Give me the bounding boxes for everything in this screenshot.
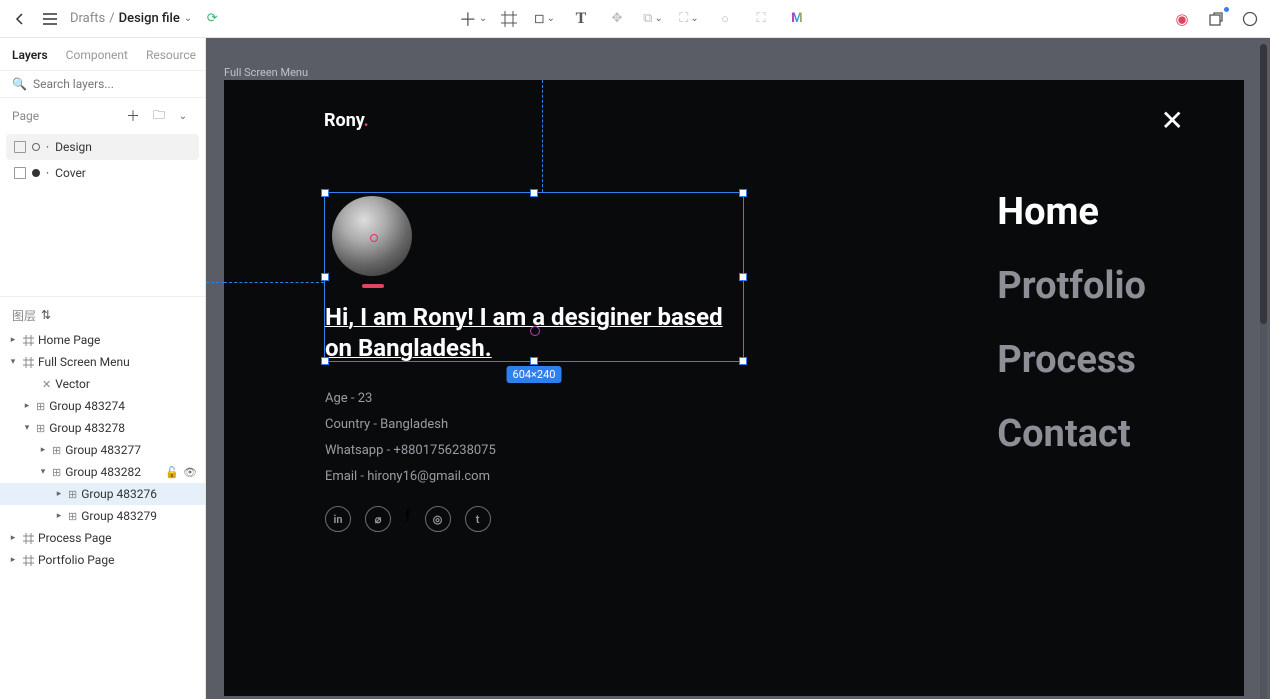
share-icon[interactable] [1206, 9, 1226, 29]
group-icon: ⊞ [52, 466, 61, 479]
layer-vector[interactable]: ✕Vector [0, 373, 205, 395]
chevron-down-icon[interactable]: ⌄ [184, 13, 192, 24]
resize-handle[interactable] [739, 189, 747, 197]
info-block: Age - 23 Country - Bangladesh Whatsapp -… [325, 386, 496, 490]
info-email: Email - hirony16@gmail.com [325, 464, 496, 490]
add-page-icon[interactable]: ＋ [123, 106, 143, 126]
facebook-icon[interactable]: f [405, 506, 411, 532]
layer-process-page[interactable]: ▸Process Page [0, 527, 205, 549]
top-toolbar: Drafts / Design file ⌄ ⟳ ＋⌄ ⌄ T ✥ ⧉⌄ ⛶⌄ … [0, 0, 1270, 38]
crop-icon[interactable]: ⛶ [751, 9, 771, 29]
group-icon: ⊞ [68, 488, 77, 501]
breadcrumb-root: Drafts [70, 11, 105, 26]
social-icons: in ⌀ f ◎ t [325, 506, 491, 532]
dribbble-icon[interactable]: ⌀ [365, 506, 391, 532]
eye-icon[interactable]: 👁 [183, 466, 197, 479]
logo: Rony. [324, 110, 369, 131]
plugin-icon[interactable]: ◉ [1172, 9, 1192, 29]
search-input[interactable] [33, 77, 193, 91]
menu-nav: Home Protfolio Process Contact [997, 190, 1146, 456]
resize-handle[interactable] [530, 189, 538, 197]
info-age: Age - 23 [325, 386, 496, 412]
resize-handle[interactable] [530, 357, 538, 365]
layer-home-page[interactable]: ▸Home Page [0, 329, 205, 351]
resize-handle[interactable] [321, 189, 329, 197]
search-row: 🔍 [0, 71, 205, 98]
boolean-tool-icon[interactable]: ⧉⌄ [643, 9, 663, 29]
design-frame[interactable]: Rony. ✕ Hi, I am Rony! I am a desiginer … [224, 80, 1244, 696]
page-icon [14, 141, 26, 153]
unlock-icon[interactable]: 🔓 [165, 466, 179, 479]
layer-group-483276[interactable]: ▸⊞Group 483276 [0, 483, 205, 505]
twitter-icon[interactable]: t [465, 506, 491, 532]
visibility-dot [32, 143, 40, 151]
group-icon: ⊞ [52, 444, 61, 457]
pivot-point[interactable] [530, 326, 540, 336]
instagram-icon[interactable]: ◎ [425, 506, 451, 532]
text-tool-icon[interactable]: T [571, 9, 591, 29]
move-tool-icon[interactable]: ✥ [607, 9, 627, 29]
back-icon[interactable] [10, 9, 30, 29]
ai-tool-icon[interactable]: M [787, 9, 807, 29]
folder-icon[interactable]: 🗀 [149, 106, 169, 126]
edit-object-icon[interactable]: ⛶⌄ [679, 9, 699, 29]
canvas[interactable]: Full Screen Menu Rony. ✕ Hi, I am Rony! … [206, 38, 1270, 699]
layer-full-screen-menu[interactable]: ▾Full Screen Menu [0, 351, 205, 373]
nav-home[interactable]: Home [997, 190, 1146, 234]
tab-resource[interactable]: Resource [146, 48, 196, 62]
shape-tool-icon[interactable]: ⌄ [535, 9, 555, 29]
linkedin-icon[interactable]: in [325, 506, 351, 532]
page-item-design[interactable]: · Design [6, 134, 199, 160]
page-section-label: Page [12, 109, 39, 123]
ellipse-icon[interactable]: ○ [715, 9, 735, 29]
nav-contact[interactable]: Contact [997, 412, 1146, 456]
resize-handle[interactable] [321, 273, 329, 281]
breadcrumb[interactable]: Drafts / Design file ⌄ [70, 11, 192, 26]
close-icon[interactable]: ✕ [1161, 104, 1184, 137]
layers-settings-icon[interactable]: ⇅ [36, 305, 56, 325]
group-icon: ⊞ [36, 400, 45, 413]
nav-process[interactable]: Process [997, 338, 1146, 382]
resize-handle[interactable] [739, 357, 747, 365]
layer-tree: ▸Home Page ▾Full Screen Menu ✕Vector ▸⊞G… [0, 329, 205, 699]
group-icon: ⊞ [68, 510, 77, 523]
layer-group-483282[interactable]: ▾⊞Group 483282🔓👁 [0, 461, 205, 483]
nav-portfolio[interactable]: Protfolio [997, 264, 1146, 308]
layer-group-483279[interactable]: ▸⊞Group 483279 [0, 505, 205, 527]
page-item-cover[interactable]: · Cover [0, 160, 205, 186]
layer-group-483278[interactable]: ▾⊞Group 483278 [0, 417, 205, 439]
layer-group-483277[interactable]: ▸⊞Group 483277 [0, 439, 205, 461]
visibility-dot [32, 169, 40, 177]
page-icon [14, 167, 26, 179]
selection-box[interactable]: 604×240 [324, 192, 744, 362]
tab-layers[interactable]: Layers [12, 48, 48, 62]
group-icon: ⊞ [36, 422, 45, 435]
vector-icon: ✕ [42, 378, 51, 391]
cloud-sync-icon[interactable]: ⟳ [202, 9, 222, 29]
resize-handle[interactable] [739, 273, 747, 281]
scrollbar-thumb[interactable] [1260, 44, 1267, 324]
layers-section-label: 图层 [12, 307, 36, 324]
panel-tabs: Layers Component Resource [0, 38, 205, 71]
guide-vertical [542, 80, 543, 192]
layer-portfolio-page[interactable]: ▸Portfolio Page [0, 549, 205, 571]
collapse-pages-icon[interactable]: ⌄ [173, 106, 193, 126]
help-icon[interactable] [1240, 9, 1260, 29]
tab-component[interactable]: Component [66, 48, 128, 62]
menu-icon[interactable] [40, 9, 60, 29]
search-icon: 🔍 [12, 77, 27, 91]
info-whatsapp: Whatsapp - +8801756238075 [325, 438, 496, 464]
guide-horizontal [224, 282, 324, 283]
layer-group-483274[interactable]: ▸⊞Group 483274 [0, 395, 205, 417]
add-icon[interactable]: ＋⌄ [463, 9, 483, 29]
dimension-badge: 604×240 [507, 366, 562, 383]
breadcrumb-file: Design file [119, 11, 180, 26]
resize-handle[interactable] [321, 357, 329, 365]
info-country: Country - Bangladesh [325, 412, 496, 438]
frame-label[interactable]: Full Screen Menu [224, 66, 308, 79]
left-panel: Layers Component Resource 🔍 Page ＋ 🗀 ⌄ ·… [0, 38, 206, 699]
frame-tool-icon[interactable] [499, 9, 519, 29]
